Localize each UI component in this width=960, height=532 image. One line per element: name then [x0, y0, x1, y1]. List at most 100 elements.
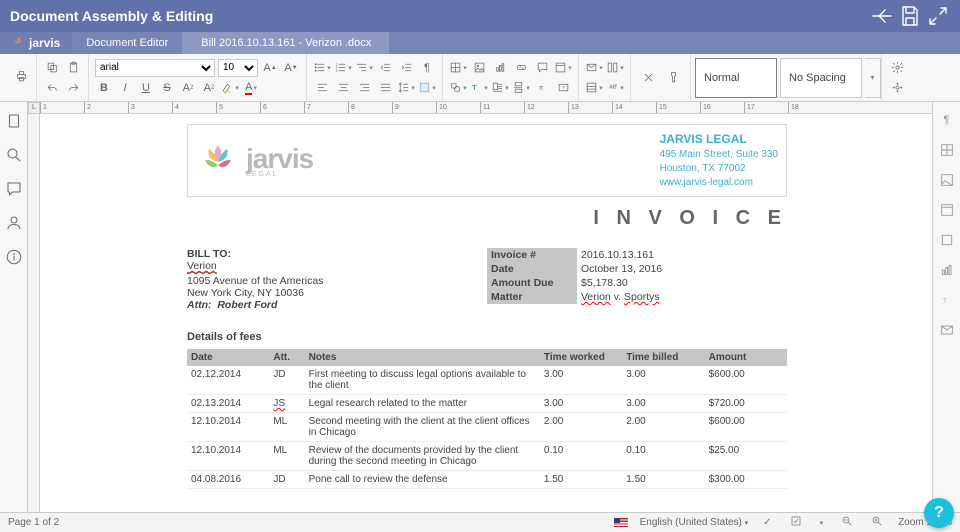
underline-icon[interactable]: U	[137, 79, 155, 97]
svg-text:π: π	[538, 85, 543, 92]
decrease-font-icon[interactable]: A▼	[282, 59, 300, 77]
align-justify-icon[interactable]	[376, 79, 394, 97]
paragraph-panel-icon[interactable]: ¶	[939, 112, 955, 128]
insert-header-icon[interactable]: ▾	[554, 59, 572, 77]
paragraph-shading-icon[interactable]: ▾	[418, 79, 436, 97]
outdent-icon[interactable]	[376, 59, 394, 77]
align-right-icon[interactable]	[355, 79, 373, 97]
spellcheck-icon[interactable]: ✓	[760, 517, 774, 528]
style-no-spacing[interactable]: No Spacing	[780, 58, 862, 98]
nonprinting-icon[interactable]: ¶	[418, 59, 436, 77]
insert-link-icon[interactable]	[512, 59, 530, 77]
strike-icon[interactable]: S	[158, 79, 176, 97]
collapse-button[interactable]	[926, 4, 950, 28]
increase-font-icon[interactable]: A▲	[261, 59, 279, 77]
mailmerge-panel-icon[interactable]	[939, 322, 955, 338]
settings-icon[interactable]	[888, 59, 906, 77]
insert-shape-icon[interactable]: ▾	[449, 79, 467, 97]
page[interactable]: jarvis LEGAL JARVIS LEGAL 495 Main Stree…	[147, 124, 827, 512]
copy-style-icon[interactable]	[662, 69, 684, 87]
doc-area: L 123456789101112131415161718	[28, 102, 932, 512]
chart-panel-icon[interactable]	[939, 262, 955, 278]
bold-icon[interactable]: B	[95, 79, 113, 97]
line-spacing-icon[interactable]: ▾	[397, 79, 415, 97]
users-icon[interactable]	[5, 214, 23, 232]
align-left-icon[interactable]	[313, 79, 331, 97]
subscript-icon[interactable]: A2	[200, 79, 218, 97]
company-address: JARVIS LEGAL 495 Main Street, Suite 330 …	[660, 131, 778, 190]
search-icon[interactable]	[5, 146, 23, 164]
insert-image-icon[interactable]	[470, 59, 488, 77]
style-normal[interactable]: Normal	[695, 58, 777, 98]
footnote-icon[interactable]: AB1▾	[606, 79, 624, 97]
redo-icon[interactable]	[64, 79, 82, 97]
textart-panel-icon[interactable]: T	[939, 292, 955, 308]
bullets-icon[interactable]: ▾	[313, 59, 331, 77]
invoice-title: I N V O I C E	[187, 207, 787, 230]
doc-editor-tab[interactable]: Document Editor	[72, 32, 183, 54]
indent-icon[interactable]	[397, 59, 415, 77]
ruler-horizontal[interactable]: 123456789101112131415161718	[40, 102, 932, 114]
font-size-select[interactable]: 10	[218, 59, 258, 77]
canvas[interactable]: jarvis LEGAL JARVIS LEGAL 495 Main Stree…	[42, 116, 932, 512]
shape-panel-icon[interactable]	[939, 232, 955, 248]
table-row: 04.08.2016JDPone call to review the defe…	[187, 470, 787, 488]
zoom-in-icon[interactable]	[868, 515, 886, 530]
table-row: 02.13.2014JSLegal research related to th…	[187, 394, 787, 412]
font-family-select[interactable]: arial	[95, 59, 215, 77]
highlight-icon[interactable]: ▾	[221, 79, 239, 97]
undo-icon[interactable]	[43, 79, 61, 97]
mailmerge-icon[interactable]: ▾	[585, 59, 603, 77]
font-color-icon[interactable]: A▾	[242, 79, 260, 97]
style-more-icon[interactable]: ▾	[865, 58, 881, 98]
table-row: 12.10.2014MLSecond meeting with the clie…	[187, 412, 787, 441]
image-panel-icon[interactable]	[939, 172, 955, 188]
insert-textbox-icon[interactable]: T	[554, 79, 572, 97]
thumbnails-icon[interactable]	[5, 112, 23, 130]
save-button[interactable]	[898, 4, 922, 28]
info-icon[interactable]	[5, 248, 23, 266]
clear-style-icon[interactable]	[637, 69, 659, 87]
paste-icon[interactable]	[64, 59, 82, 77]
about-icon[interactable]	[888, 79, 906, 97]
table-panel-icon[interactable]	[939, 142, 955, 158]
superscript-icon[interactable]: A2	[179, 79, 197, 97]
multilevel-icon[interactable]: ▾	[355, 59, 373, 77]
svg-text:T: T	[472, 83, 477, 92]
italic-icon[interactable]: I	[116, 79, 134, 97]
back-button[interactable]	[870, 4, 894, 28]
table-row: 12.10.2014MLReview of the documents prov…	[187, 441, 787, 470]
insert-table-icon[interactable]: ▾	[449, 59, 467, 77]
ruler-vertical[interactable]	[28, 114, 40, 512]
right-sidebar: ¶ T	[932, 102, 960, 512]
help-bubble[interactable]: ?	[924, 498, 954, 528]
meta-table: Invoice #2016.10.13.161 DateOctober 13, …	[487, 248, 787, 304]
left-sidebar	[0, 102, 28, 512]
company-url[interactable]: www.jarvis-legal.com	[660, 177, 753, 188]
header-panel-icon[interactable]	[939, 202, 955, 218]
trackchanges-chev-icon[interactable]: ▾	[817, 519, 827, 527]
sections-icon[interactable]: ▾	[585, 79, 603, 97]
language-selector[interactable]: English (United States) ▾	[640, 517, 749, 528]
insert-textart-icon[interactable]: T▾	[470, 79, 488, 97]
insert-pagebreak-icon[interactable]: ▾	[512, 79, 530, 97]
page-indicator[interactable]: Page 1 of 2	[8, 517, 59, 528]
subbar: jarvis Document Editor Bill 2016.10.13.1…	[0, 32, 960, 54]
file-tab[interactable]: Bill 2016.10.13.161 - Verizon .docx	[183, 32, 389, 54]
insert-comment-icon[interactable]	[533, 59, 551, 77]
insert-chart-icon[interactable]	[491, 59, 509, 77]
insert-equation-icon[interactable]: π	[533, 79, 551, 97]
comments-icon[interactable]	[5, 180, 23, 198]
copy-icon[interactable]	[43, 59, 61, 77]
zoom-out-icon[interactable]	[838, 515, 856, 530]
main-area: L 123456789101112131415161718	[0, 102, 960, 512]
trackchanges-icon[interactable]	[787, 515, 805, 530]
ruler-corner: L	[28, 102, 40, 114]
columns-icon[interactable]: ▾	[606, 59, 624, 77]
numbering-icon[interactable]: 123▾	[334, 59, 352, 77]
print-icon[interactable]	[12, 68, 30, 86]
insert-dropcap-icon[interactable]: ▾	[491, 79, 509, 97]
app-title: Document Assembly & Editing	[10, 8, 213, 24]
align-center-icon[interactable]	[334, 79, 352, 97]
invoice-meta: BILL TO: Verion 1095 Avenue of the Ameri…	[187, 248, 787, 311]
